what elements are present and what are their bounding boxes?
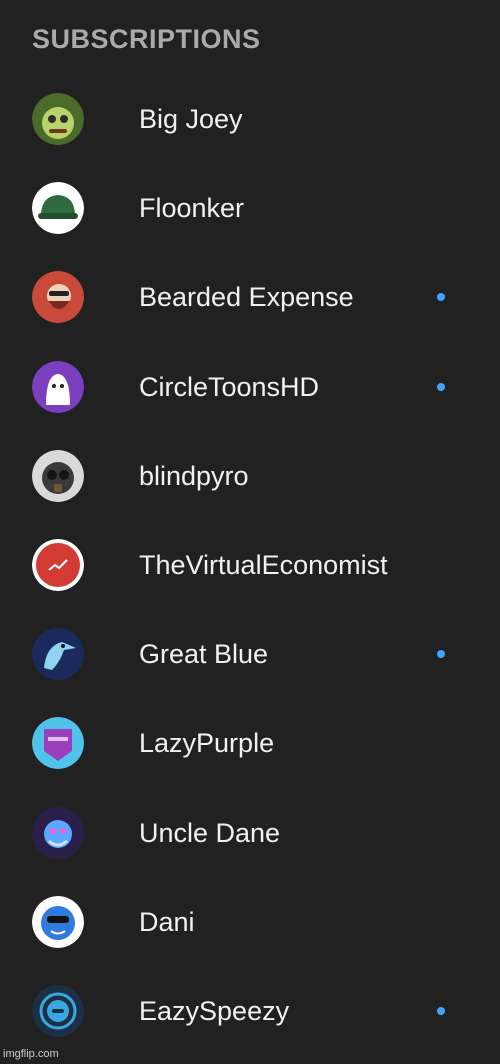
channel-avatar [32,538,84,591]
channel-avatar [32,271,84,324]
new-content-dot [437,293,445,302]
subscription-item-blindpyro[interactable]: blindpyro [0,431,500,520]
channel-name: Bearded Expense [139,282,354,313]
channel-avatar [32,360,84,413]
channel-name: Big Joey [139,104,243,134]
channel-avatar [32,93,84,145]
channel-avatar [32,806,84,859]
channel-name: LazyPurple [139,728,275,759]
channel-name: Floonker [139,193,245,224]
subscriptions-header: SUBSCRIPTIONS [32,24,261,54]
channel-avatar [32,895,84,948]
channel-avatar [32,449,84,502]
channel-name: EazySpeezy [139,995,290,1026]
channel-name: Dani [139,906,195,937]
subscription-item-lazypurple[interactable]: LazyPurple [0,698,500,787]
subscription-item-great-blue[interactable]: Great Blue [0,609,500,698]
subscription-item-dani[interactable]: Dani [0,877,500,966]
subscription-list: Big Joey Floonker Bearded Expense Circle… [0,74,500,1055]
subscription-item-uncle-dane[interactable]: Uncle Dane [0,788,500,877]
channel-name: Great Blue [139,639,269,670]
subscription-item-circletoonshd[interactable]: CircleToonsHD [0,342,500,431]
channel-avatar [32,717,84,770]
new-content-dot [437,650,445,659]
new-content-dot [437,382,445,391]
channel-name: CircleToonsHD [139,371,320,402]
channel-avatar [32,628,84,681]
watermark: imgflip.com [3,1048,59,1060]
new-content-dot [437,1006,445,1015]
channel-name: blindpyro [139,460,249,491]
subscription-item-floonker[interactable]: Floonker [0,163,500,252]
channel-avatar [32,984,84,1037]
subscription-item-big-joey[interactable]: Big Joey [0,74,500,163]
subscription-item-bearded-expense[interactable]: Bearded Expense [0,252,500,341]
channel-name: Uncle Dane [139,817,281,848]
subscription-item-thevirtualeconomist[interactable]: TheVirtualEconomist [0,520,500,609]
channel-name: TheVirtualEconomist [139,549,388,580]
channel-avatar [32,182,84,235]
subscription-item-eazyspeezy[interactable]: EazySpeezy [0,966,500,1055]
